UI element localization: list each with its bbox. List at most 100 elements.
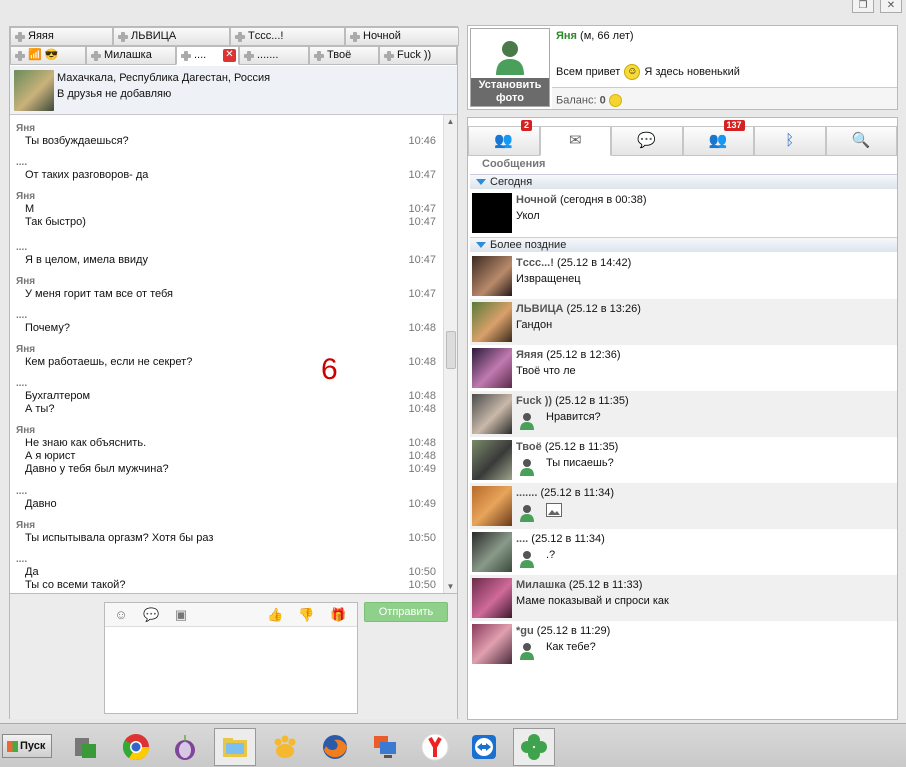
tab-contacts[interactable]: 👥 2 bbox=[468, 120, 540, 156]
contact-icon bbox=[235, 31, 245, 42]
search-icon: 🔍 bbox=[851, 132, 871, 149]
close-tab-icon[interactable]: ✕ bbox=[223, 49, 236, 62]
paw-icon[interactable] bbox=[264, 728, 306, 766]
tab-chat-active[interactable]: .... ✕ bbox=[176, 46, 239, 65]
envelope-icon: ✉ bbox=[568, 132, 582, 149]
contact-icon bbox=[91, 50, 101, 61]
contact-icon bbox=[350, 31, 360, 42]
tab-label: 😎 bbox=[44, 49, 59, 61]
tab-messages[interactable]: ✉ bbox=[539, 126, 611, 156]
tab-group-chat[interactable]: 👥 137 bbox=[682, 120, 754, 156]
tab-chat[interactable]: Милашка bbox=[86, 46, 176, 65]
image-icon[interactable]: ▣ bbox=[173, 607, 189, 623]
conversation-name: *gu bbox=[516, 625, 534, 637]
tab-chat[interactable]: Ночной bbox=[345, 27, 459, 46]
tab-chat[interactable]: Яяяя bbox=[10, 27, 113, 46]
message-line: Ты со всеми такой? 10:50 bbox=[16, 579, 436, 592]
windows-flag-icon bbox=[7, 741, 18, 752]
firefox-icon[interactable] bbox=[314, 728, 356, 766]
conversation-item[interactable]: .... (25.12 в 11:34).? bbox=[470, 529, 897, 575]
message-text: Я в целом, имела ввиду bbox=[25, 254, 148, 266]
conversation-item[interactable]: Ночной (сегодня в 00:38) Укол bbox=[470, 190, 897, 236]
tab-label: Ночной bbox=[363, 30, 401, 42]
conversation-item[interactable]: Яяяя (25.12 в 12:36) Твоё что ле bbox=[470, 345, 897, 391]
scroll-thumb[interactable] bbox=[446, 331, 456, 369]
message-text: Не знаю как объяснить. bbox=[25, 437, 147, 449]
chrome-icon[interactable] bbox=[115, 728, 157, 766]
yandex-icon[interactable] bbox=[414, 728, 456, 766]
message-sender: .... bbox=[16, 310, 28, 321]
smiley-icon[interactable]: ☺ bbox=[113, 607, 129, 623]
conversation-name: Милашка bbox=[516, 579, 566, 591]
conversation-time: (25.12 в 11:34) bbox=[540, 487, 614, 499]
teamviewer-icon[interactable] bbox=[463, 728, 505, 766]
message-sender: Яня bbox=[16, 276, 36, 287]
message-text: Бухгалтером bbox=[25, 390, 91, 402]
tab-chats[interactable]: 💬 bbox=[611, 126, 683, 156]
message-text: От таких разговоров- да bbox=[25, 169, 149, 181]
message-line: Ты испытывала оргазм? Хотя бы раз 10:50 bbox=[16, 532, 436, 545]
tab-chat[interactable]: ....... bbox=[239, 46, 309, 65]
scroll-up-icon[interactable]: ▲ bbox=[444, 115, 457, 128]
clover-icon[interactable] bbox=[513, 728, 555, 766]
remote-desktop-icon[interactable] bbox=[364, 728, 406, 766]
message-text: Да bbox=[25, 566, 39, 578]
conversation-item[interactable]: Твоё (25.12 в 11:35) Ты писаешь? bbox=[470, 437, 897, 483]
tab-search[interactable]: 🔍 bbox=[825, 126, 897, 156]
tab-chat[interactable]: ЛЬВИЦА bbox=[113, 27, 230, 46]
message-time: 10:49 bbox=[408, 463, 436, 475]
tab-chat[interactable]: Твоё bbox=[309, 46, 379, 65]
message-line: Давно у тебя был мужчина? 10:49 bbox=[16, 463, 436, 476]
send-button[interactable]: Отправить bbox=[364, 602, 448, 622]
tab-label: Fuck )) bbox=[397, 49, 432, 61]
conversation-item[interactable]: *gu (25.12 в 11:29) Как тебе? bbox=[470, 621, 897, 667]
conversation-item[interactable]: Fuck )) (25.12 в 11:35) Нравится? bbox=[470, 391, 897, 437]
tab-bluetooth[interactable]: ᛒ bbox=[754, 126, 826, 156]
tab-chat[interactable]: Тccc...! bbox=[230, 27, 345, 46]
explorer-icon[interactable] bbox=[214, 728, 256, 766]
group-header-older[interactable]: Более поздние bbox=[470, 237, 897, 252]
conversation-preview: Ты писаешь? bbox=[546, 457, 614, 469]
conversation-item[interactable]: Милашка (25.12 в 11:33) Маме показывай и … bbox=[470, 575, 897, 621]
chat-scrollbar[interactable]: ▲ ▼ bbox=[443, 115, 457, 593]
network-icon[interactable] bbox=[64, 728, 106, 766]
conversation-name: ЛЬВИЦА bbox=[516, 303, 564, 315]
conversation-time: (25.12 в 11:35) bbox=[544, 441, 619, 453]
conversation-item[interactable]: ЛЬВИЦА (25.12 в 13:26) Гандон bbox=[470, 299, 897, 345]
message-line: Я в целом, имела ввиду 10:47 bbox=[16, 254, 436, 267]
tor-icon[interactable] bbox=[164, 728, 206, 766]
tab-chat[interactable]: 📶 😎 bbox=[10, 46, 86, 65]
conversation-header: Fuck )) (25.12 в 11:35) bbox=[516, 395, 629, 407]
conversation-preview: Маме показывай и спроси как bbox=[516, 595, 669, 607]
speech-bubble-icon[interactable]: 💬 bbox=[143, 607, 159, 623]
my-status[interactable]: Всем привет ☺ Я здесь новенький bbox=[556, 64, 740, 80]
start-button[interactable]: Пуск bbox=[2, 734, 52, 758]
message-line: Не знаю как объяснить. 10:48 bbox=[16, 437, 436, 450]
message-sender: Яня bbox=[16, 123, 36, 134]
gift-icon[interactable]: 🎁 bbox=[330, 607, 346, 623]
contact-avatar[interactable] bbox=[14, 70, 54, 111]
conversation-avatar bbox=[472, 486, 512, 526]
message-text: Кем работаешь, если не секрет? bbox=[25, 356, 193, 368]
thumbs-down-icon[interactable]: 👎 bbox=[298, 607, 314, 623]
message-sender: Яня bbox=[16, 425, 36, 436]
contact-icon bbox=[244, 50, 254, 61]
contact-icon bbox=[181, 50, 191, 61]
message-time: 10:47 bbox=[408, 203, 436, 215]
group-header-today[interactable]: Сегодня bbox=[470, 174, 897, 189]
scroll-down-icon[interactable]: ▼ bbox=[444, 580, 457, 593]
my-avatar-icon bbox=[517, 457, 537, 477]
conversation-name: Твоё bbox=[516, 441, 542, 453]
set-photo-button[interactable]: Установить фото bbox=[470, 28, 550, 107]
message-input[interactable] bbox=[105, 627, 357, 713]
restore-button[interactable]: ❐ bbox=[852, 0, 874, 13]
conversation-time: (25.12 в 11:34) bbox=[531, 533, 605, 545]
tab-chat[interactable]: Fuck )) bbox=[379, 46, 457, 65]
message-sender: .... bbox=[16, 486, 28, 497]
close-button[interactable]: ✕ bbox=[880, 0, 902, 13]
conversation-item[interactable]: ....... (25.12 в 11:34) bbox=[470, 483, 897, 529]
conversation-header: Тccc...! (25.12 в 14:42) bbox=[516, 257, 631, 269]
conversation-item[interactable]: Тccc...! (25.12 в 14:42) Извращенец bbox=[470, 253, 897, 299]
message-time: 10:47 bbox=[408, 169, 436, 181]
thumbs-up-icon[interactable]: 👍 bbox=[267, 607, 283, 623]
